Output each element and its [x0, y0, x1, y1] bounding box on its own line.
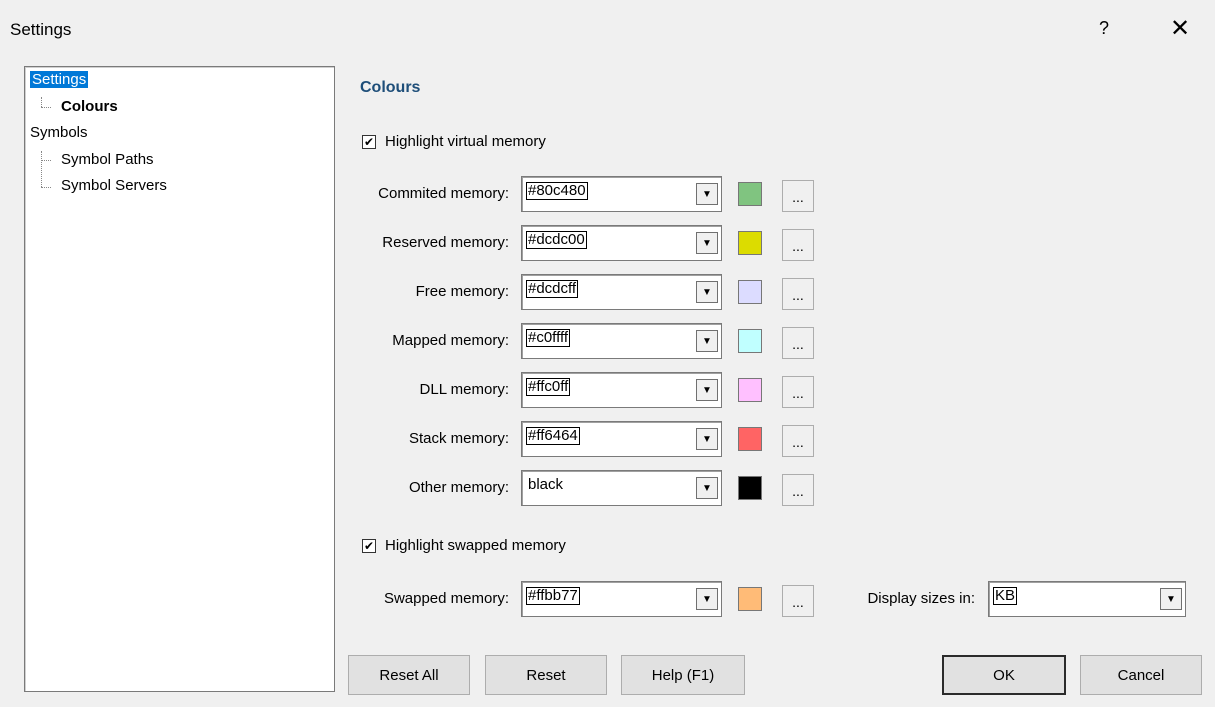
chevron-down-icon[interactable]: ▼: [696, 330, 718, 352]
window-title: Settings: [10, 20, 72, 39]
stack-memory-combo[interactable]: #ff6464 ▼: [521, 421, 722, 457]
tree-item-colours[interactable]: Colours: [61, 98, 118, 115]
mapped-memory-picker-button[interactable]: ...: [782, 327, 814, 359]
chevron-down-icon[interactable]: ▼: [696, 477, 718, 499]
ok-button[interactable]: OK: [942, 655, 1066, 695]
other-memory-picker-button[interactable]: ...: [782, 474, 814, 506]
dll-memory-picker-button[interactable]: ...: [782, 376, 814, 408]
mapped-memory-combo[interactable]: #c0ffff ▼: [521, 323, 722, 359]
commited-memory-label: Commited memory:: [378, 185, 509, 202]
reset-all-button[interactable]: Reset All: [348, 655, 470, 695]
free-memory-label: Free memory:: [415, 283, 509, 300]
dll-memory-swatch: [738, 378, 762, 402]
combo-value: KB: [993, 587, 1018, 605]
help-icon[interactable]: ?: [1099, 18, 1109, 39]
highlight-virtual-label: Highlight virtual memory: [385, 133, 546, 150]
dll-memory-label: DLL memory:: [419, 381, 509, 398]
other-memory-label: Other memory:: [408, 479, 509, 496]
stack-memory-picker-button[interactable]: ...: [782, 425, 814, 457]
reset-button[interactable]: Reset: [485, 655, 607, 695]
combo-value: black: [528, 476, 564, 493]
tree-item-symbol-paths[interactable]: Symbol Paths: [61, 151, 154, 168]
highlight-virtual-row[interactable]: ✔ Highlight virtual memory: [362, 133, 546, 150]
swapped-memory-label: Swapped memory:: [383, 590, 509, 607]
title-bar: Settings ? ✕: [0, 0, 1215, 62]
reserved-memory-picker-button[interactable]: ...: [782, 229, 814, 261]
combo-value: #ffbb77: [526, 587, 580, 605]
combo-value: #dcdc00: [526, 231, 587, 249]
display-sizes-label: Display sizes in:: [867, 590, 975, 607]
highlight-swapped-label: Highlight swapped memory: [385, 537, 566, 554]
settings-tree[interactable]: Settings Colours Symbols Symbol Paths Sy…: [24, 66, 335, 692]
highlight-swapped-row[interactable]: ✔ Highlight swapped memory: [362, 537, 566, 554]
reserved-memory-label: Reserved memory:: [382, 234, 509, 251]
other-memory-swatch: [738, 476, 762, 500]
dll-memory-combo[interactable]: #ffc0ff ▼: [521, 372, 722, 408]
chevron-down-icon[interactable]: ▼: [696, 281, 718, 303]
chevron-down-icon[interactable]: ▼: [696, 588, 718, 610]
chevron-down-icon[interactable]: ▼: [696, 183, 718, 205]
cancel-button[interactable]: Cancel: [1080, 655, 1202, 695]
combo-value: #ffc0ff: [526, 378, 571, 396]
other-memory-combo[interactable]: black ▼: [521, 470, 722, 506]
tree-connector: [41, 151, 42, 187]
swapped-memory-combo[interactable]: #ffbb77 ▼: [521, 581, 722, 617]
mapped-memory-swatch: [738, 329, 762, 353]
free-memory-swatch: [738, 280, 762, 304]
commited-memory-combo[interactable]: #80c480 ▼: [521, 176, 722, 212]
chevron-down-icon[interactable]: ▼: [696, 379, 718, 401]
mapped-memory-label: Mapped memory:: [392, 332, 509, 349]
display-sizes-combo[interactable]: KB ▼: [988, 581, 1186, 617]
section-title: Colours: [360, 79, 421, 96]
combo-value: #c0ffff: [526, 329, 571, 347]
swapped-memory-swatch: [738, 587, 762, 611]
tree-connector: [41, 107, 51, 108]
tree-connector: [41, 97, 42, 107]
combo-value: #ff6464: [526, 427, 580, 445]
chevron-down-icon[interactable]: ▼: [1160, 588, 1182, 610]
close-icon[interactable]: ✕: [1170, 14, 1190, 43]
tree-connector: [41, 187, 51, 188]
tree-item-settings[interactable]: Settings: [30, 71, 89, 88]
highlight-virtual-checkbox[interactable]: ✔: [362, 134, 376, 149]
combo-value: #80c480: [526, 182, 588, 200]
combo-value: #dcdcff: [526, 280, 579, 298]
tree-connector: [41, 160, 51, 161]
reserved-memory-combo[interactable]: #dcdc00 ▼: [521, 225, 722, 261]
highlight-swapped-checkbox[interactable]: ✔: [362, 538, 376, 553]
tree-item-symbols[interactable]: Symbols: [30, 124, 88, 141]
chevron-down-icon[interactable]: ▼: [696, 428, 718, 450]
reserved-memory-swatch: [738, 231, 762, 255]
help-button[interactable]: Help (F1): [621, 655, 745, 695]
commited-memory-picker-button[interactable]: ...: [782, 180, 814, 212]
commited-memory-swatch: [738, 182, 762, 206]
free-memory-picker-button[interactable]: ...: [782, 278, 814, 310]
free-memory-combo[interactable]: #dcdcff ▼: [521, 274, 722, 310]
stack-memory-swatch: [738, 427, 762, 451]
swapped-memory-picker-button[interactable]: ...: [782, 585, 814, 617]
tree-item-symbol-servers[interactable]: Symbol Servers: [61, 177, 167, 194]
chevron-down-icon[interactable]: ▼: [696, 232, 718, 254]
stack-memory-label: Stack memory:: [408, 430, 509, 447]
